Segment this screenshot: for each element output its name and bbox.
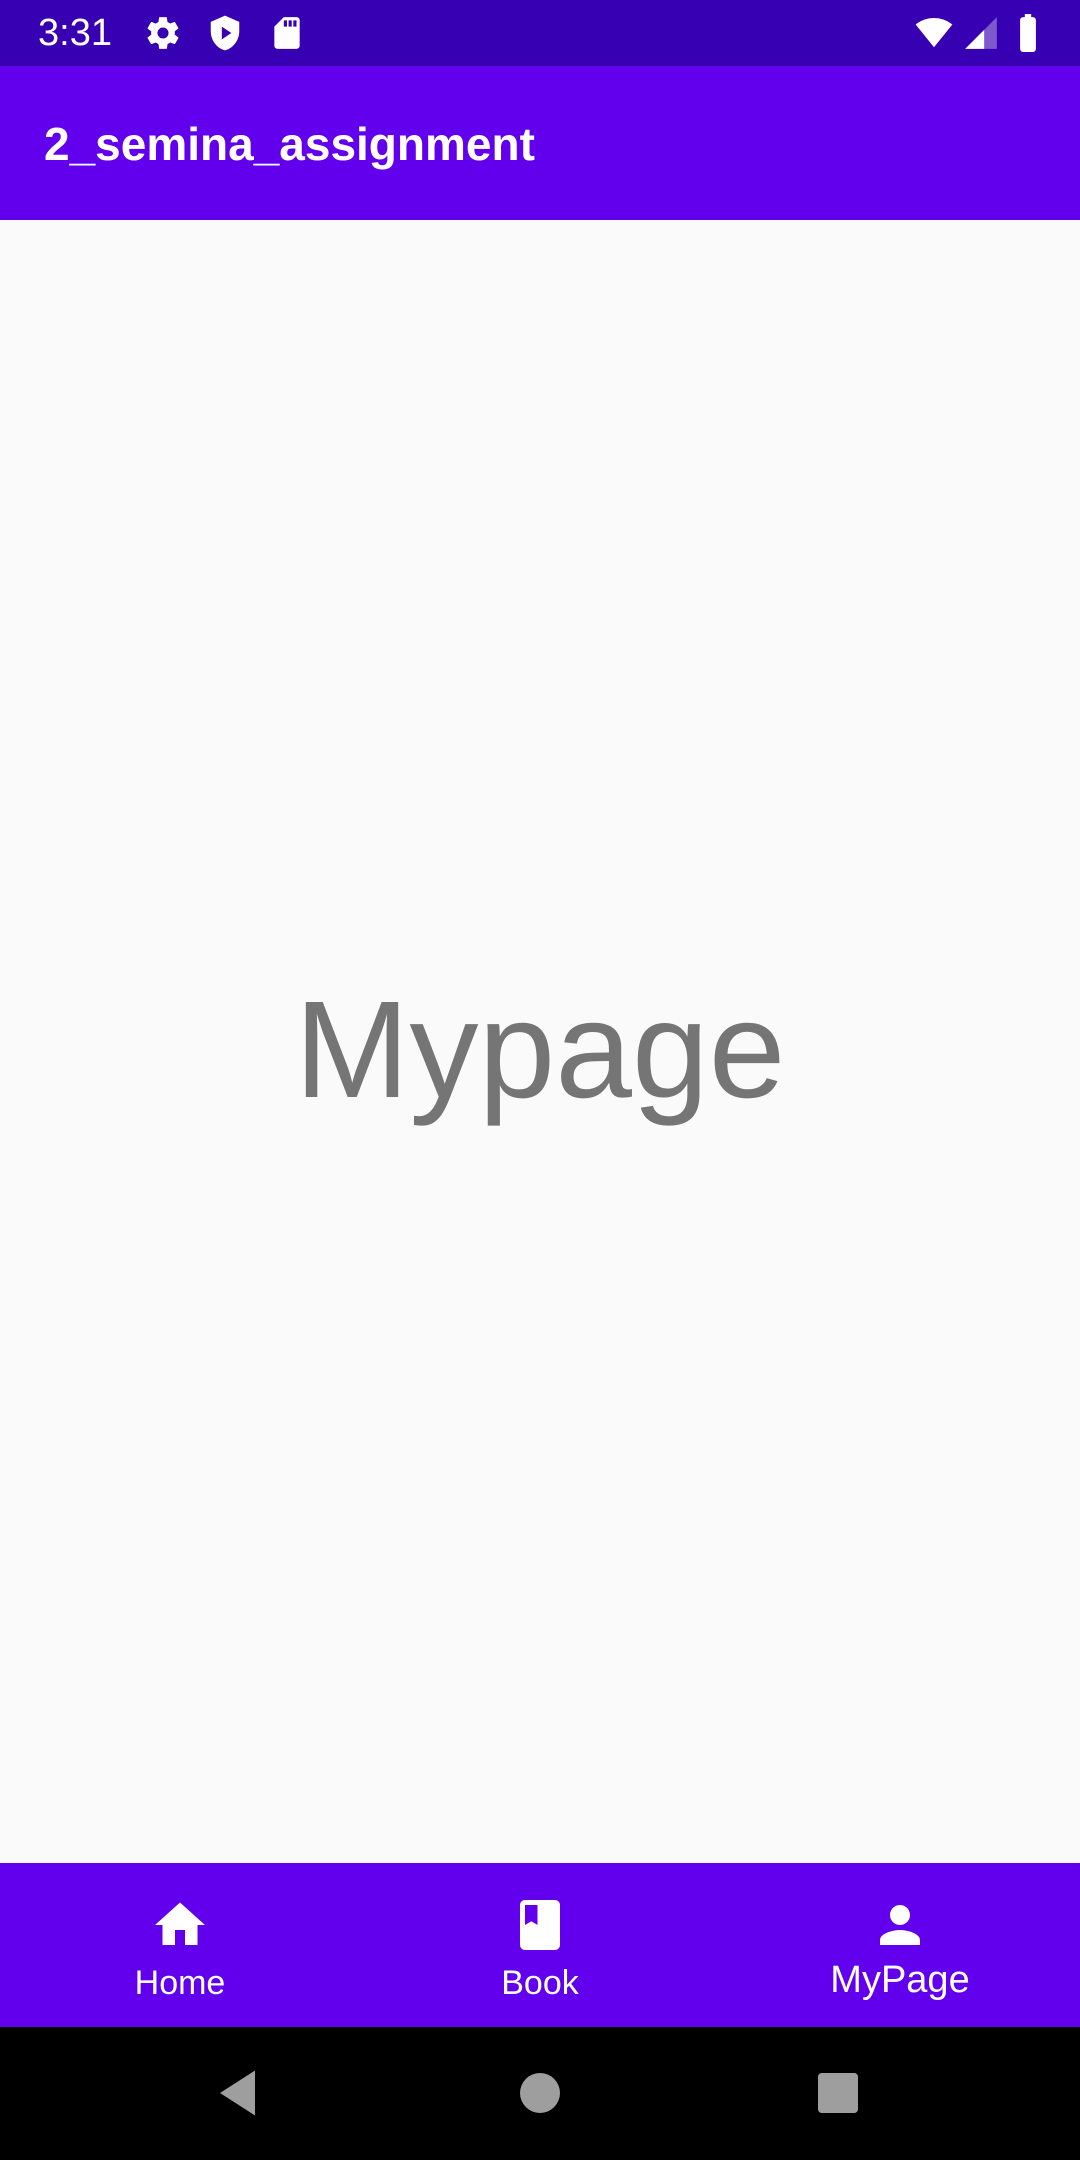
cell-signal-icon — [965, 17, 997, 49]
person-icon — [880, 1905, 920, 1945]
nav-label-book: Book — [501, 1964, 579, 2002]
recents-icon[interactable] — [808, 2063, 868, 2123]
nav-label-mypage: MyPage — [830, 1959, 970, 2001]
shield-icon — [210, 15, 240, 51]
nav-item-book[interactable]: Book — [360, 1863, 720, 2027]
book-icon — [520, 1900, 560, 1950]
screen: 3:31 2_semina_assignment Mypage Home Boo… — [0, 0, 1080, 2160]
app-title: 2_semina_assignment — [44, 118, 535, 170]
home-icon — [155, 1902, 205, 1945]
battery-icon — [1020, 14, 1036, 52]
bottom-navigation: Home Book MyPage — [0, 1863, 1080, 2027]
back-icon[interactable] — [210, 2063, 270, 2123]
app-bar: 2_semina_assignment — [0, 66, 1080, 220]
status-time: 3:31 — [38, 12, 112, 54]
home-circle-icon[interactable] — [510, 2063, 570, 2123]
wifi-icon — [915, 17, 953, 48]
page-label: Mypage — [294, 973, 786, 1127]
nav-item-home[interactable]: Home — [0, 1863, 360, 2027]
content-area: Mypage — [0, 220, 1080, 1863]
settings-icon — [147, 17, 179, 49]
status-bar: 3:31 — [0, 0, 1080, 66]
sd-card-icon — [274, 17, 300, 49]
nav-label-home: Home — [134, 1964, 226, 2002]
system-navigation-bar — [0, 2027, 1080, 2160]
nav-item-mypage[interactable]: MyPage — [720, 1863, 1080, 2027]
